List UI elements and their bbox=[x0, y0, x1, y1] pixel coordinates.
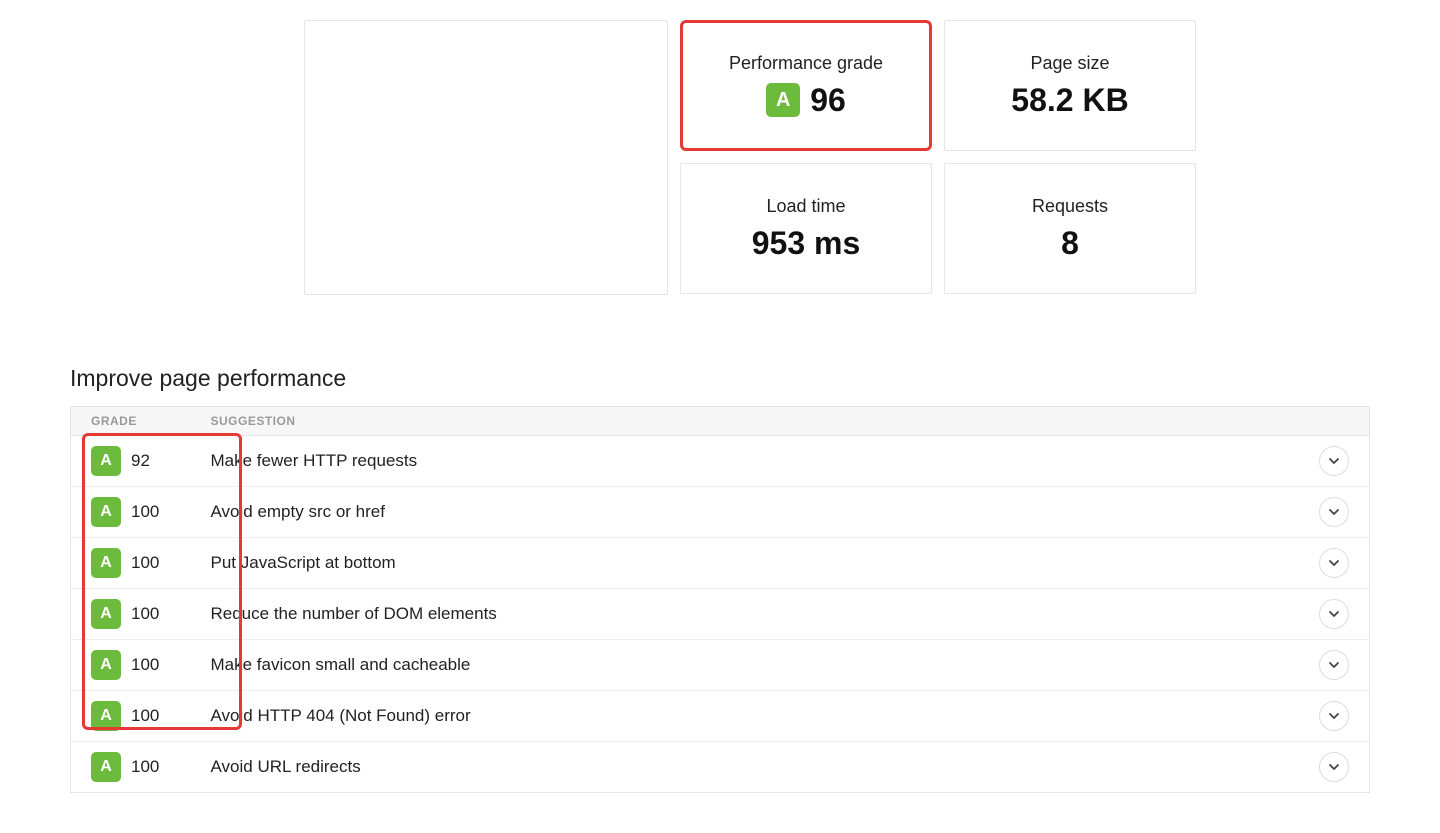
table-row[interactable]: A 100 Avoid empty src or href bbox=[71, 487, 1370, 538]
chevron-down-icon bbox=[1328, 557, 1340, 569]
col-header-suggestion: SUGGESTION bbox=[201, 407, 1310, 436]
grade-badge: A bbox=[91, 446, 121, 476]
col-header-expand bbox=[1309, 407, 1370, 436]
expand-button[interactable] bbox=[1319, 650, 1349, 680]
load-time-value: 953 ms bbox=[752, 225, 861, 262]
chevron-down-icon bbox=[1328, 761, 1340, 773]
load-time-card: Load time 953 ms bbox=[680, 163, 932, 294]
grade-badge: A bbox=[766, 83, 800, 117]
chevron-down-icon bbox=[1328, 455, 1340, 467]
grade-score: 100 bbox=[131, 706, 159, 726]
table-row[interactable]: A 100 Put JavaScript at bottom bbox=[71, 538, 1370, 589]
suggestion-text: Avoid URL redirects bbox=[201, 742, 1310, 793]
requests-label: Requests bbox=[1032, 196, 1108, 217]
load-time-label: Load time bbox=[766, 196, 845, 217]
expand-button[interactable] bbox=[1319, 701, 1349, 731]
page-size-value: 58.2 KB bbox=[1011, 82, 1128, 119]
grade-badge: A bbox=[91, 752, 121, 782]
table-row[interactable]: A 92 Make fewer HTTP requests bbox=[71, 436, 1370, 487]
chevron-down-icon bbox=[1328, 608, 1340, 620]
table-row[interactable]: A 100 Avoid URL redirects bbox=[71, 742, 1370, 793]
performance-grade-value: 96 bbox=[810, 82, 846, 119]
table-row[interactable]: A 100 Make favicon small and cacheable bbox=[71, 640, 1370, 691]
expand-button[interactable] bbox=[1319, 548, 1349, 578]
chevron-down-icon bbox=[1328, 659, 1340, 671]
page-preview-card bbox=[304, 20, 668, 295]
performance-grade-card: Performance grade A 96 bbox=[680, 20, 932, 151]
grade-score: 100 bbox=[131, 604, 159, 624]
grade-badge: A bbox=[91, 548, 121, 578]
grade-badge: A bbox=[91, 497, 121, 527]
table-row[interactable]: A 100 Reduce the number of DOM elements bbox=[71, 589, 1370, 640]
grade-score: 100 bbox=[131, 502, 159, 522]
grade-badge: A bbox=[91, 701, 121, 731]
page-size-label: Page size bbox=[1030, 53, 1109, 74]
expand-button[interactable] bbox=[1319, 446, 1349, 476]
section-title: Improve page performance bbox=[70, 365, 1370, 392]
stats-row: Performance grade A 96 Load time 953 ms … bbox=[304, 20, 1370, 295]
col-header-grade: GRADE bbox=[71, 407, 201, 436]
table-row[interactable]: A 100 Avoid HTTP 404 (Not Found) error bbox=[71, 691, 1370, 742]
expand-button[interactable] bbox=[1319, 752, 1349, 782]
grade-score: 100 bbox=[131, 553, 159, 573]
grade-score: 100 bbox=[131, 757, 159, 777]
chevron-down-icon bbox=[1328, 710, 1340, 722]
suggestion-text: Avoid empty src or href bbox=[201, 487, 1310, 538]
expand-button[interactable] bbox=[1319, 497, 1349, 527]
requests-value: 8 bbox=[1061, 225, 1079, 262]
grade-badge: A bbox=[91, 599, 121, 629]
suggestion-text: Put JavaScript at bottom bbox=[201, 538, 1310, 589]
requests-card: Requests 8 bbox=[944, 163, 1196, 294]
suggestion-text: Avoid HTTP 404 (Not Found) error bbox=[201, 691, 1310, 742]
grade-badge: A bbox=[91, 650, 121, 680]
suggestion-text: Make favicon small and cacheable bbox=[201, 640, 1310, 691]
expand-button[interactable] bbox=[1319, 599, 1349, 629]
grade-score: 92 bbox=[131, 451, 150, 471]
suggestion-text: Reduce the number of DOM elements bbox=[201, 589, 1310, 640]
chevron-down-icon bbox=[1328, 506, 1340, 518]
suggestions-table: GRADE SUGGESTION A 92 Make fewer HTTP requ… bbox=[70, 406, 1370, 793]
performance-grade-label: Performance grade bbox=[729, 53, 883, 74]
page-size-card: Page size 58.2 KB bbox=[944, 20, 1196, 151]
suggestion-text: Make fewer HTTP requests bbox=[201, 436, 1310, 487]
grade-score: 100 bbox=[131, 655, 159, 675]
